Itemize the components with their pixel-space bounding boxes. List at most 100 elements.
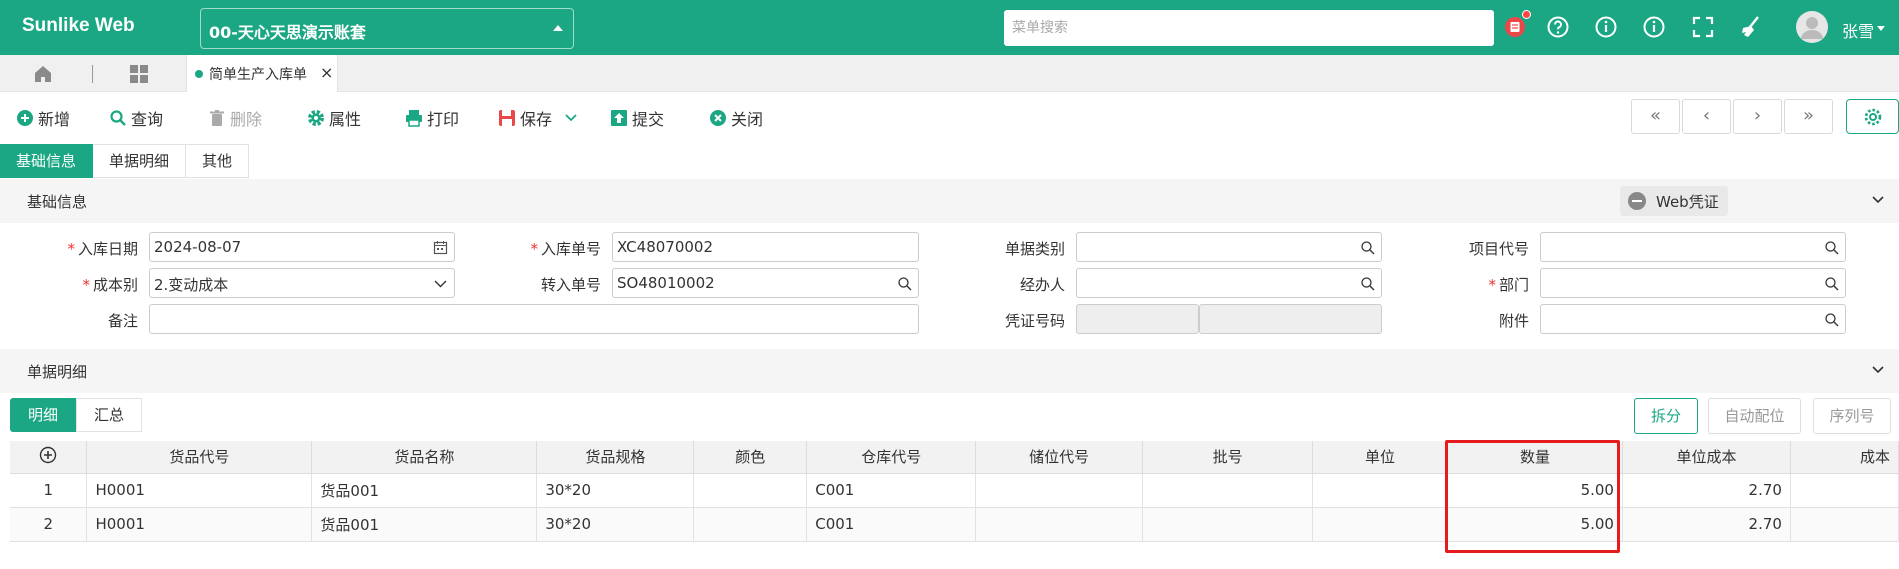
grid-icon[interactable] <box>128 63 150 85</box>
next-page-button[interactable]: › <box>1733 99 1782 134</box>
cell-unit[interactable] <box>1312 507 1449 542</box>
in-date-field[interactable]: 2024-08-07 <box>149 232 455 262</box>
plus-circle-icon[interactable] <box>39 446 57 464</box>
table-row[interactable]: 1 H0001 货品001 30*20 C001 5.00 2.70 <box>10 473 1899 508</box>
new-button[interactable]: 新增 <box>16 106 70 130</box>
print-button[interactable]: 打印 <box>405 106 459 130</box>
doc-type-label: 单据类别 <box>1004 240 1065 258</box>
search-icon[interactable] <box>1824 240 1839 255</box>
search-icon[interactable] <box>897 276 912 291</box>
chevron-down-icon[interactable] <box>564 109 578 128</box>
chevron-down-icon[interactable] <box>1871 193 1885 207</box>
cell-spec[interactable]: 30*20 <box>536 507 695 542</box>
info-icon[interactable] <box>1593 14 1619 40</box>
notification-icon[interactable] <box>1502 10 1531 40</box>
help-icon[interactable] <box>1545 14 1571 40</box>
column-header[interactable]: 单位 <box>1312 441 1449 474</box>
tab-other[interactable]: 其他 <box>186 144 250 178</box>
table-row[interactable]: 2 H0001 货品001 30*20 C001 5.00 2.70 <box>10 507 1899 542</box>
cell-batch[interactable] <box>1142 473 1314 508</box>
column-header[interactable]: 数量 <box>1447 441 1623 474</box>
add-row-cell[interactable] <box>10 441 88 474</box>
auto-locate-button[interactable]: 自动配位 <box>1708 398 1801 434</box>
cell-color[interactable] <box>693 473 808 508</box>
settings-button[interactable] <box>1846 99 1899 134</box>
transfer-no-field[interactable]: SO48010002 <box>612 268 919 298</box>
column-header[interactable]: 颜色 <box>693 441 808 474</box>
basic-info-header[interactable]: 基础信息 <box>0 179 1899 223</box>
calendar-icon[interactable] <box>433 240 448 255</box>
account-selector[interactable]: 00-天心天思演示账套 <box>200 8 574 49</box>
save-button[interactable]: 保存 <box>498 106 578 130</box>
column-header[interactable]: 单位成本 <box>1622 441 1791 474</box>
column-header[interactable]: 批号 <box>1142 441 1314 474</box>
column-header[interactable]: 货品代号 <box>86 441 313 474</box>
first-page-button[interactable]: « <box>1631 99 1680 134</box>
cell-code[interactable]: H0001 <box>86 473 313 508</box>
avatar[interactable] <box>1796 11 1828 43</box>
properties-button[interactable]: 属性 <box>307 106 361 130</box>
tab-summary[interactable]: 汇总 <box>76 398 143 432</box>
delete-button[interactable]: 删除 <box>208 106 262 130</box>
submit-button[interactable]: 提交 <box>610 106 664 130</box>
tab-doc-detail[interactable]: 单据明细 <box>93 144 187 178</box>
column-header[interactable]: 储位代号 <box>975 441 1144 474</box>
cell-unit-cost[interactable]: 2.70 <box>1622 473 1791 508</box>
close-button[interactable]: 关闭 <box>709 106 763 130</box>
cell-cost[interactable] <box>1790 507 1899 542</box>
column-header[interactable]: 货品名称 <box>311 441 538 474</box>
cell-unit[interactable] <box>1312 473 1449 508</box>
detail-header[interactable]: 单据明细 <box>0 349 1899 393</box>
column-header[interactable]: 成本 <box>1790 441 1899 474</box>
split-button[interactable]: 拆分 <box>1634 398 1698 434</box>
voucher-no-label: 凭证号码 <box>1004 312 1065 330</box>
cell-code[interactable]: H0001 <box>86 507 313 542</box>
cell-warehouse[interactable]: C001 <box>806 507 977 542</box>
doc-type-field[interactable] <box>1076 232 1382 262</box>
project-field[interactable] <box>1540 232 1846 262</box>
cell-batch[interactable] <box>1142 507 1314 542</box>
cell-location[interactable] <box>975 507 1144 542</box>
cell-color[interactable] <box>693 507 808 542</box>
prev-page-button[interactable]: ‹ <box>1682 99 1731 134</box>
tab-detail[interactable]: 明细 <box>10 398 77 432</box>
chevron-down-icon[interactable] <box>1871 363 1885 377</box>
column-header[interactable]: 仓库代号 <box>806 441 977 474</box>
tab-simple-production-inbound[interactable]: 简单生产入库单 × <box>186 55 338 92</box>
search-icon[interactable] <box>1824 312 1839 327</box>
cell-spec[interactable]: 30*20 <box>536 473 695 508</box>
cell-cost[interactable] <box>1790 473 1899 508</box>
cell-warehouse[interactable]: C001 <box>806 473 977 508</box>
cell-name[interactable]: 货品001 <box>311 507 538 542</box>
search-icon[interactable] <box>1360 276 1375 291</box>
remark-field[interactable] <box>149 304 919 334</box>
column-header[interactable]: 货品规格 <box>536 441 695 474</box>
username[interactable]: 张雪 <box>1842 18 1874 42</box>
search-icon[interactable] <box>1360 240 1375 255</box>
cost-type-select[interactable]: 2.变动成本 <box>149 268 455 298</box>
account-selector-value: 00-天心天思演示账套 <box>209 23 366 42</box>
chevron-down-icon[interactable] <box>433 276 448 291</box>
clear-cache-icon[interactable] <box>1738 14 1764 40</box>
cell-unit-cost[interactable]: 2.70 <box>1622 507 1791 542</box>
query-button[interactable]: 查询 <box>109 106 163 130</box>
about-icon[interactable] <box>1641 14 1667 40</box>
cell-location[interactable] <box>975 473 1144 508</box>
tab-basic-info[interactable]: 基础信息 <box>0 144 94 178</box>
fullscreen-icon[interactable] <box>1690 14 1716 40</box>
chevron-down-icon[interactable] <box>1877 26 1885 31</box>
dept-field[interactable] <box>1540 268 1846 298</box>
in-no-field[interactable]: XC48070002 <box>612 232 919 262</box>
serial-number-button[interactable]: 序列号 <box>1813 398 1891 434</box>
last-page-button[interactable]: » <box>1784 99 1833 134</box>
menu-search-input[interactable] <box>1004 10 1494 46</box>
close-icon[interactable]: × <box>320 63 333 82</box>
web-voucher-button[interactable]: Web凭证 <box>1620 186 1728 216</box>
home-icon[interactable] <box>32 63 54 85</box>
attachment-field[interactable] <box>1540 304 1846 334</box>
cell-name[interactable]: 货品001 <box>311 473 538 508</box>
cell-quantity[interactable]: 5.00 <box>1447 473 1623 508</box>
cell-quantity[interactable]: 5.00 <box>1447 507 1623 542</box>
search-icon[interactable] <box>1824 276 1839 291</box>
handler-field[interactable] <box>1076 268 1382 298</box>
